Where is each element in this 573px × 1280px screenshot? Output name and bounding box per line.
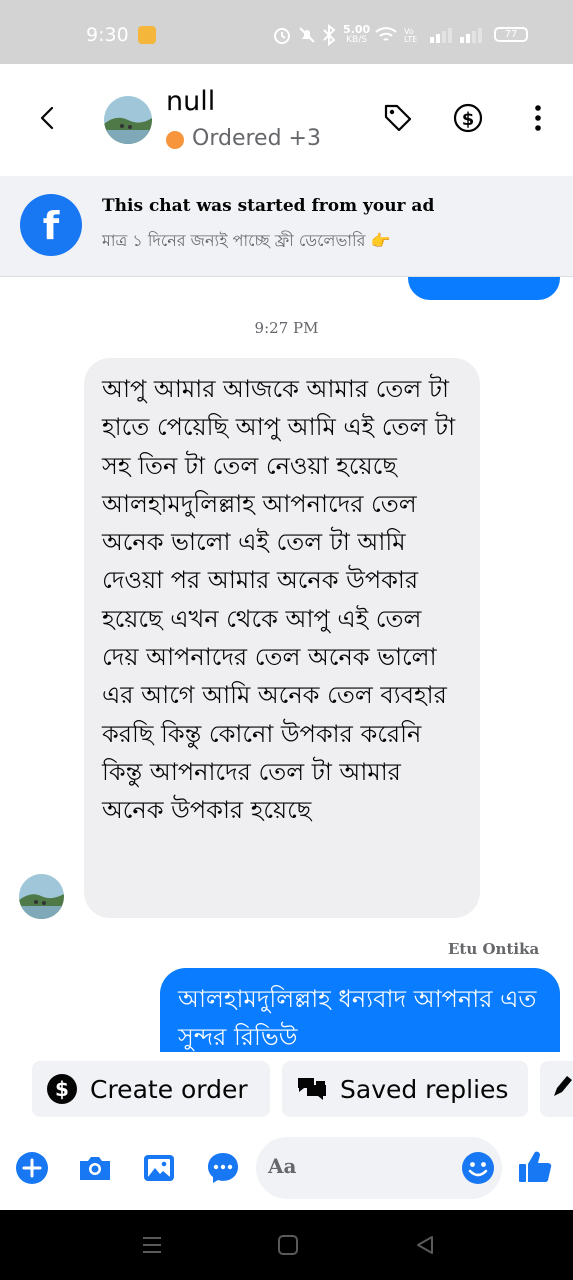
message-bubble-icon[interactable] (205, 1150, 241, 1186)
order-status-label[interactable]: Ordered +3 (192, 126, 321, 151)
contact-name: null (166, 86, 216, 117)
ad-banner (0, 176, 573, 277)
pencil-icon (552, 1074, 573, 1104)
create-order-label: Create order (90, 1074, 248, 1104)
like-icon[interactable] (517, 1148, 553, 1184)
facebook-f-icon: f (42, 204, 60, 248)
emoji-icon[interactable] (460, 1150, 496, 1186)
ad-banner-subtitle: মাত্র ১ দিনের জন্যই পাচ্ছে ফ্রী ডেলেভারি… (102, 231, 391, 250)
chat-bubbles-icon (296, 1073, 328, 1105)
alarm-icon (272, 25, 292, 49)
ad-banner-title: This chat was started from your ad (102, 196, 435, 216)
dollar-circle-icon: $ (46, 1073, 78, 1105)
gallery-icon[interactable] (141, 1150, 177, 1186)
more-actions-chip[interactable] (540, 1061, 573, 1117)
camera-icon[interactable] (77, 1150, 113, 1186)
add-icon[interactable] (14, 1150, 50, 1186)
back-nav-icon[interactable] (414, 1234, 436, 1260)
signal-icon (430, 27, 486, 47)
chat-header (0, 64, 573, 176)
order-status-dot (166, 131, 184, 149)
wifi-icon (374, 26, 398, 48)
tag-icon[interactable] (380, 100, 416, 136)
network-speed: 5.00 KB/S (343, 23, 371, 45)
home-icon[interactable] (277, 1234, 299, 1260)
svg-text:$: $ (462, 109, 475, 130)
create-order-button[interactable]: $ Create order (32, 1061, 270, 1117)
contact-avatar[interactable] (104, 96, 152, 144)
saved-replies-button[interactable]: Saved replies (282, 1061, 528, 1117)
battery-icon: 77 (494, 27, 528, 42)
more-options-icon[interactable] (520, 100, 556, 136)
message-input-placeholder: Aa (268, 1154, 297, 1178)
back-button[interactable] (34, 103, 64, 133)
recent-apps-icon[interactable] (141, 1234, 163, 1260)
payment-icon[interactable]: $ (450, 100, 486, 136)
status-time: 9:30 (86, 24, 129, 46)
app-notification-icon (138, 26, 156, 44)
sender-label: Etu Ontika (448, 940, 540, 958)
message-timestamp: 9:27 PM (254, 319, 319, 337)
volte-label: Vo LTE (404, 27, 418, 44)
saved-replies-label: Saved replies (340, 1074, 509, 1104)
mute-icon (297, 25, 317, 49)
sender-avatar[interactable] (19, 874, 64, 919)
bluetooth-icon (322, 23, 336, 50)
svg-text:$: $ (55, 1077, 69, 1101)
incoming-message-bubble[interactable]: আপু আমার আজকে আমার তেল টা হাতে পেয়েছি আ… (84, 358, 480, 918)
